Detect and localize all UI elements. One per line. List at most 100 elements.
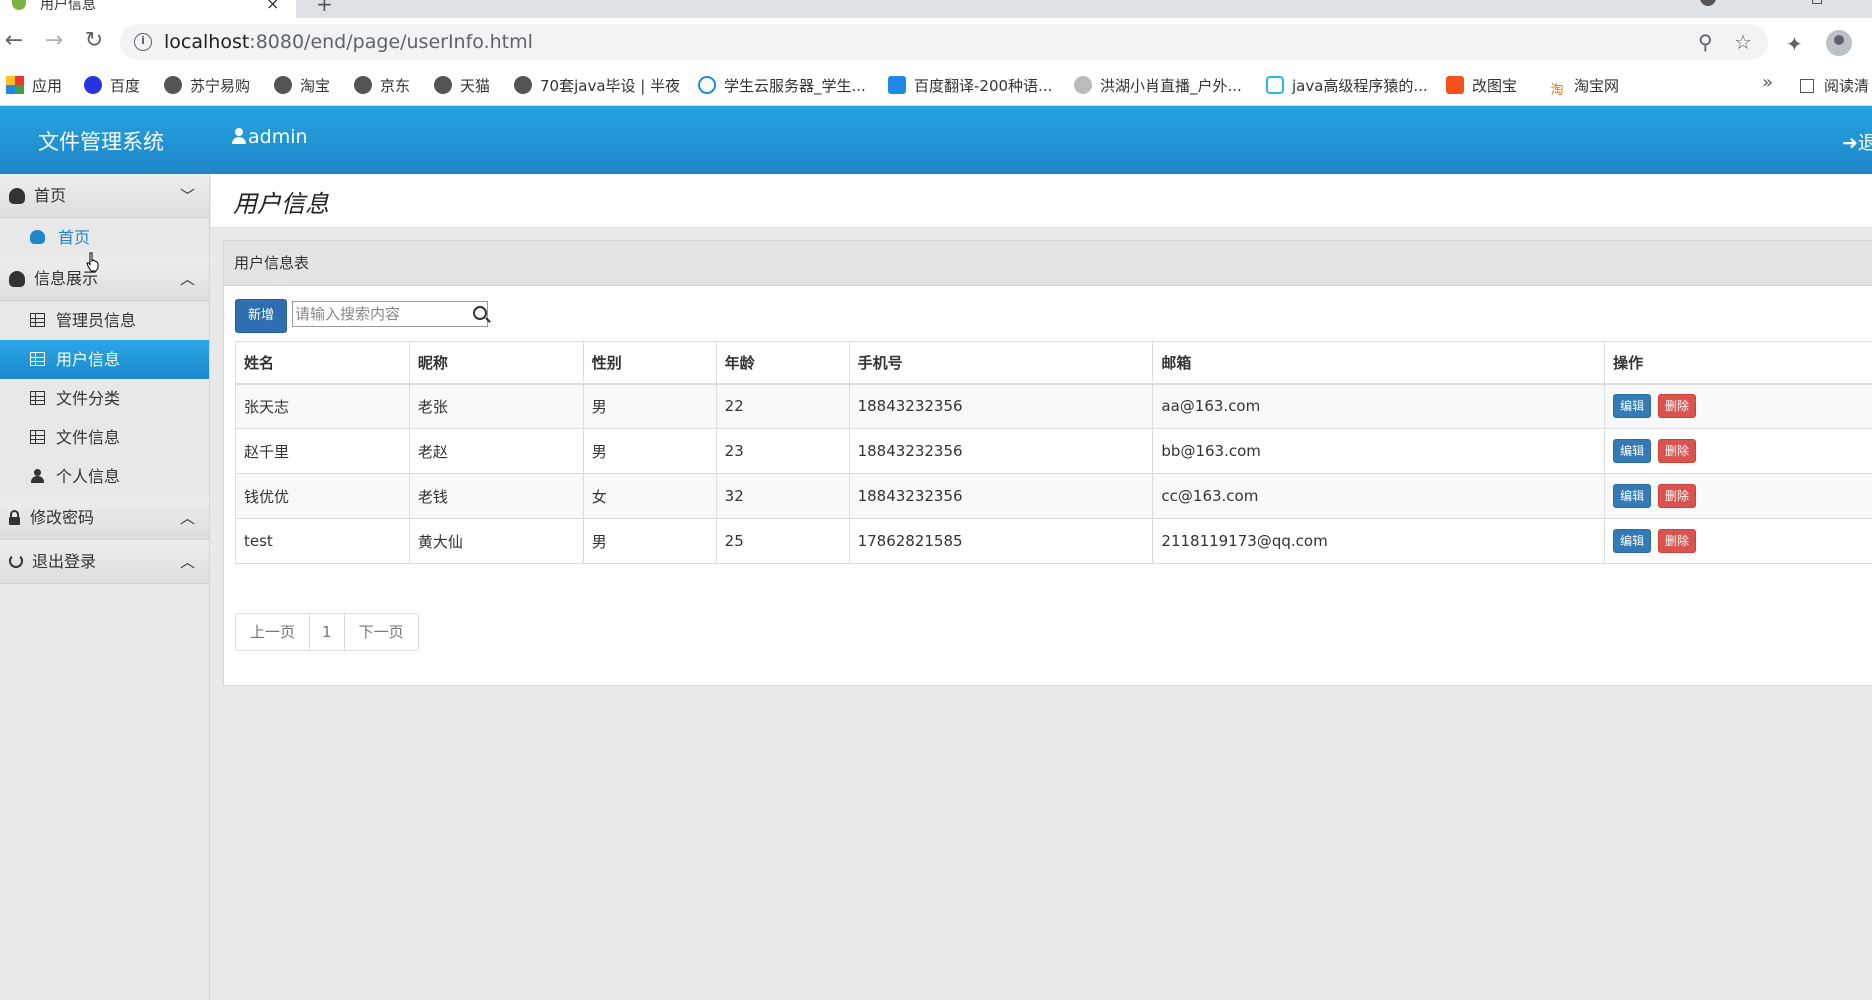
extensions-puzzle-icon[interactable]: ✦ xyxy=(1786,32,1803,56)
reading-list-button[interactable]: 阅读清 xyxy=(1800,74,1869,98)
cell-age: 32 xyxy=(715,473,850,519)
bookmark-suning[interactable]: 苏宁易购 xyxy=(164,74,250,98)
search-input[interactable] xyxy=(295,304,463,324)
cell-age: 23 xyxy=(715,428,850,474)
sidebar-item-label: 个人信息 xyxy=(56,467,121,486)
bookmark-student-cloud[interactable]: 学生云服务器_学生... xyxy=(698,74,866,98)
cell-email: cc@163.com xyxy=(1152,473,1606,519)
table-icon xyxy=(30,352,45,366)
sidebar-group-home[interactable]: 首页 ﹀ xyxy=(0,174,209,218)
dashboard-icon xyxy=(9,271,25,287)
power-icon xyxy=(9,554,23,568)
cell-actions: 编辑 删除 xyxy=(1604,473,1872,519)
address-bar[interactable]: i localhost:8080/end/page/userInfo.html … xyxy=(120,24,1768,60)
dashboard-icon xyxy=(9,188,25,204)
sidebar-item-label: 用户信息 xyxy=(56,350,121,369)
sidebar-item-home[interactable]: 首页 xyxy=(0,218,209,257)
delete-button[interactable]: 删除 xyxy=(1657,439,1696,463)
delete-button[interactable]: 删除 xyxy=(1657,484,1696,508)
reload-icon[interactable]: ↻ xyxy=(80,28,108,56)
column-header-name[interactable]: 姓名 xyxy=(235,341,410,385)
sidebar-group-label: 首页 xyxy=(34,186,67,205)
panel-heading: 用户信息表 xyxy=(224,241,1872,286)
app-brand[interactable]: 文件管理系统 xyxy=(38,126,164,156)
sidebar-item-file-category[interactable]: 文件分类 xyxy=(0,379,209,418)
lock-icon xyxy=(9,510,20,526)
bookmark-baidu-translate[interactable]: 百度翻译-200种语... xyxy=(888,74,1052,98)
back-arrow-icon[interactable]: ← xyxy=(0,28,28,56)
bookmark-jd[interactable]: 京东 xyxy=(354,74,410,98)
bookmark-gaitubao[interactable]: 改图宝 xyxy=(1446,74,1517,98)
sidebar-item-personal-info[interactable]: 个人信息 xyxy=(0,457,209,496)
reading-list-icon xyxy=(1800,79,1814,93)
cell-nickname: 老张 xyxy=(408,383,584,429)
tab-search-icon[interactable] xyxy=(1700,0,1716,6)
new-tab-icon[interactable]: + xyxy=(316,0,333,16)
column-header-email[interactable]: 邮箱 xyxy=(1152,341,1606,385)
bookmarks-overflow-button[interactable]: » xyxy=(1762,72,1773,93)
bookmark-bilibili[interactable]: java高级程序猿的... xyxy=(1266,74,1428,98)
table-icon xyxy=(30,391,45,405)
sidebar-group-logout[interactable]: 退出登录 ︿ xyxy=(0,540,209,584)
sidebar-item-label: 文件信息 xyxy=(56,428,121,447)
logout-link[interactable]: ➜退 xyxy=(1842,128,1872,155)
column-header-phone[interactable]: 手机号 xyxy=(848,341,1154,385)
bookmark-taobao[interactable]: 淘宝 xyxy=(274,74,330,98)
cell-nickname: 黄大仙 xyxy=(408,518,584,564)
sidebar-group-info[interactable]: 信息展示 ︿ xyxy=(0,257,209,301)
cell-gender: 男 xyxy=(582,518,717,564)
next-page-button[interactable]: 下一页 xyxy=(345,614,418,650)
prev-page-button[interactable]: 上一页 xyxy=(236,614,311,650)
window-restore-icon[interactable] xyxy=(1812,0,1822,4)
edit-button[interactable]: 编辑 xyxy=(1613,394,1652,419)
cell-phone: 17862821585 xyxy=(848,518,1154,564)
cell-actions: 编辑 删除 xyxy=(1604,518,1872,564)
sidebar-item-admin-info[interactable]: 管理员信息 xyxy=(0,301,209,340)
tab-close-icon[interactable]: × xyxy=(266,0,279,13)
bookmark-java-projects[interactable]: 70套java毕设 | 半夜 xyxy=(514,74,680,98)
edit-button[interactable]: 编辑 xyxy=(1613,529,1652,553)
delete-button[interactable]: 删除 xyxy=(1657,394,1696,419)
sidebar-item-user-info[interactable]: 用户信息 xyxy=(0,340,209,379)
user-info-panel: 用户信息表 新增 姓名 昵称 性别 年龄 手机号 邮箱 操作 xyxy=(223,240,1872,686)
cell-phone: 18843232356 xyxy=(848,428,1154,474)
cell-name: 张天志 xyxy=(235,383,410,429)
bookmark-star-icon[interactable]: ☆ xyxy=(1734,30,1752,54)
zoom-icon[interactable]: ⚲ xyxy=(1698,30,1713,54)
cell-email: 2118119173@qq.com xyxy=(1152,518,1606,564)
address-url[interactable]: localhost:8080/end/page/userInfo.html xyxy=(164,31,533,53)
edit-button[interactable]: 编辑 xyxy=(1613,439,1652,463)
cell-name: test xyxy=(235,518,410,564)
bookmark-tmall[interactable]: 天猫 xyxy=(434,74,490,98)
column-header-nickname[interactable]: 昵称 xyxy=(408,341,584,385)
profile-avatar-icon[interactable] xyxy=(1826,30,1852,56)
page-number-button[interactable]: 1 xyxy=(310,614,345,650)
current-user[interactable]: admin xyxy=(232,126,308,148)
cell-actions: 编辑 删除 xyxy=(1604,428,1872,474)
browser-tab-active[interactable]: 用户信息 × xyxy=(0,0,296,18)
cell-phone: 18843232356 xyxy=(848,383,1154,429)
bookmarks-bar: 应用 百度 苏宁易购 淘宝 京东 天猫 70套java毕设 | 半夜 学生云服务… xyxy=(0,66,1872,106)
globe-icon xyxy=(274,76,292,94)
user-icon xyxy=(232,128,246,144)
edit-button[interactable]: 编辑 xyxy=(1613,484,1652,508)
forward-arrow-icon[interactable]: → xyxy=(40,28,68,56)
sidebar-group-label: 修改密码 xyxy=(30,508,95,527)
bookmark-taobao-net[interactable]: 淘淘宝网 xyxy=(1548,74,1619,98)
bookmark-baidu[interactable]: 百度 xyxy=(84,74,140,98)
sidebar-group-change-password[interactable]: 修改密码 ︿ xyxy=(0,496,209,540)
search-icon[interactable] xyxy=(473,306,487,320)
delete-button[interactable]: 删除 xyxy=(1657,529,1696,553)
table-row: 赵千里 老赵 男 23 18843232356 bb@163.com 编辑 删除 xyxy=(235,428,1872,474)
site-info-icon[interactable]: i xyxy=(134,33,152,51)
table-header-row: 姓名 昵称 性别 年龄 手机号 邮箱 操作 xyxy=(235,341,1872,385)
bookmark-live-stream[interactable]: 洪湖小肖直播_户外... xyxy=(1074,74,1242,98)
taobao-icon: 淘 xyxy=(1550,83,1564,98)
sidebar-item-file-info[interactable]: 文件信息 xyxy=(0,418,209,457)
column-header-age[interactable]: 年龄 xyxy=(715,341,850,385)
bird-icon xyxy=(1074,76,1092,94)
add-button[interactable]: 新增 xyxy=(235,299,287,333)
bookmark-apps[interactable]: 应用 xyxy=(6,74,62,98)
column-header-gender[interactable]: 性别 xyxy=(582,341,717,385)
cell-gender: 女 xyxy=(582,473,717,519)
